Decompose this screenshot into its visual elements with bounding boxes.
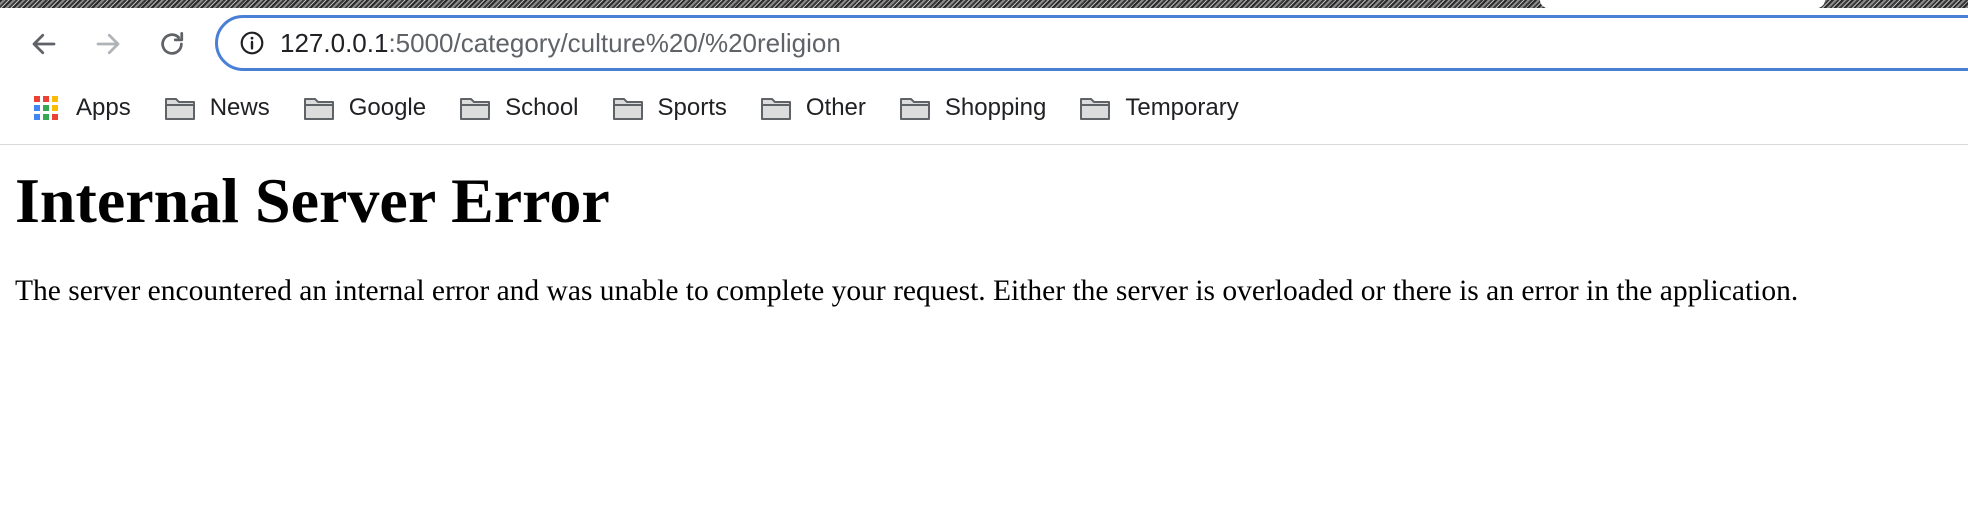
folder-icon bbox=[459, 94, 491, 122]
error-message: The server encountered an internal error… bbox=[15, 274, 1799, 307]
browser-chrome: 127.0.0.1:5000/category/culture%20/%20re… bbox=[0, 0, 1968, 145]
bookmarks-bar: Apps News Google School Sports Other Sho… bbox=[0, 86, 1272, 130]
arrow-right-icon bbox=[93, 29, 123, 59]
bookmark-folder-other[interactable]: Other bbox=[760, 86, 866, 130]
bookmark-label: Apps bbox=[76, 94, 131, 121]
folder-icon bbox=[164, 94, 196, 122]
tab-strip bbox=[0, 0, 1968, 8]
url-text[interactable]: 127.0.0.1:5000/category/culture%20/%20re… bbox=[280, 28, 841, 59]
bookmark-folder-temporary[interactable]: Temporary bbox=[1079, 86, 1239, 130]
bookmark-label: Other bbox=[805, 94, 866, 121]
back-button[interactable] bbox=[22, 22, 66, 66]
folder-icon bbox=[899, 94, 931, 122]
bookmark-label: Shopping bbox=[944, 94, 1047, 121]
folder-icon bbox=[1079, 94, 1111, 122]
reload-icon bbox=[157, 29, 187, 59]
folder-icon bbox=[303, 94, 335, 122]
bookmark-folder-sports[interactable]: Sports bbox=[612, 86, 727, 130]
bookmark-folder-school[interactable]: School bbox=[459, 86, 579, 130]
bookmark-label: Google bbox=[348, 94, 427, 121]
bookmark-folder-google[interactable]: Google bbox=[303, 86, 426, 130]
page-title: Internal Server Error bbox=[15, 165, 610, 236]
address-bar[interactable]: 127.0.0.1:5000/category/culture%20/%20re… bbox=[215, 15, 1968, 71]
bookmark-folder-shopping[interactable]: Shopping bbox=[899, 86, 1046, 130]
url-path: :5000/category/culture%20/%20religion bbox=[388, 27, 841, 58]
bookmark-label: Sports bbox=[657, 94, 727, 121]
bookmark-folder-news[interactable]: News bbox=[164, 86, 270, 130]
bookmark-label: Temporary bbox=[1125, 94, 1239, 121]
forward-button[interactable] bbox=[86, 22, 130, 66]
tab-strip-gap bbox=[1540, 0, 1825, 8]
folder-icon bbox=[612, 94, 644, 122]
arrow-left-icon bbox=[29, 29, 59, 59]
reload-button[interactable] bbox=[150, 22, 194, 66]
folder-icon bbox=[760, 94, 792, 122]
info-circle-icon[interactable] bbox=[238, 29, 266, 57]
bookmark-label: News bbox=[209, 94, 270, 121]
url-host: 127.0.0.1 bbox=[280, 27, 389, 58]
apps-grid-icon bbox=[30, 94, 62, 122]
page-content: Internal Server Error The server encount… bbox=[0, 145, 1968, 512]
bookmark-label: School bbox=[505, 94, 579, 121]
bookmark-apps[interactable]: Apps bbox=[30, 86, 131, 130]
